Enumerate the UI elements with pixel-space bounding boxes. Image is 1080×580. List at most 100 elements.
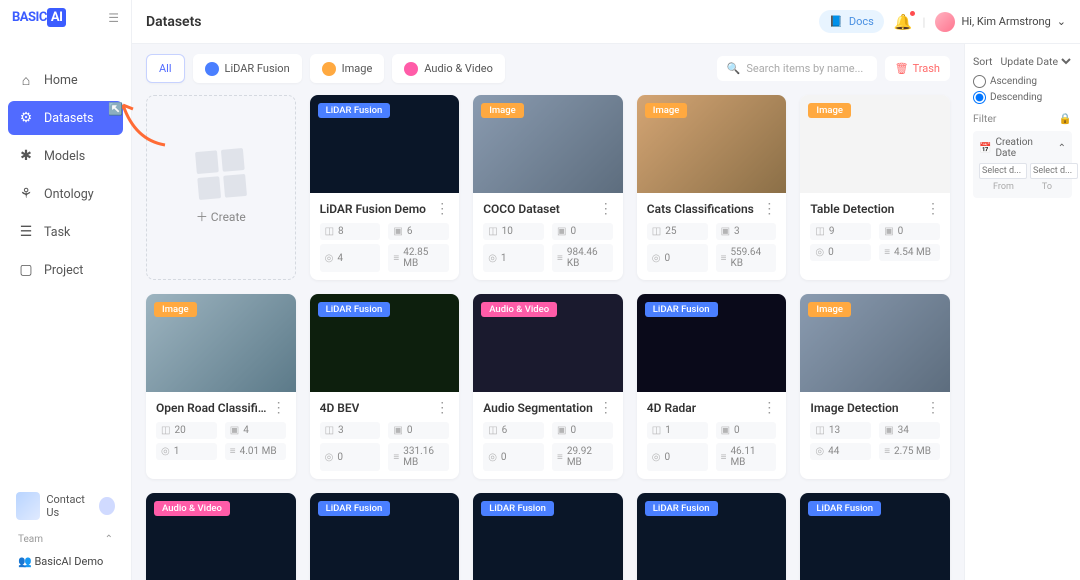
dataset-card[interactable]: Image COCO Dataset ⋮ ◫10 ▣0 ◎1 ≡984.46 K… (473, 95, 623, 280)
search-placeholder: Search items by name... (746, 62, 863, 75)
docs-button[interactable]: 📘 Docs (819, 10, 884, 33)
logo[interactable]: BASICAI ☰ (0, 0, 131, 35)
create-dataset-card[interactable]: ＋ Create (146, 95, 296, 280)
dataset-card[interactable]: LiDAR Fusion (310, 493, 460, 580)
filter-label: Filter (973, 112, 996, 125)
user-menu[interactable]: Hi, Kim Armstrong ⌄ (935, 12, 1066, 32)
sidebar-item-home[interactable]: ⌂Home (8, 63, 123, 97)
card-thumbnail: Image (473, 95, 623, 193)
card-thumbnail: LiDAR Fusion (637, 294, 787, 392)
card-thumbnail: LiDAR Fusion (310, 294, 460, 392)
topbar: Datasets 📘 Docs 🔔 | Hi, Kim Armstrong ⌄ (132, 0, 1080, 44)
dataset-card[interactable]: LiDAR Fusion 4D Radar ⋮ ◫1 ▣0 ◎0 ≡46.11 … (637, 294, 787, 479)
stat-folders: ◫3 (320, 422, 381, 439)
stat-size: ≡29.92 MB (552, 443, 613, 471)
card-thumbnail: Image (146, 294, 296, 392)
dataset-card[interactable]: Audio & Video (146, 493, 296, 580)
contact-label: Contact Us (46, 493, 93, 519)
stat-size: ≡42.85 MB (388, 244, 449, 272)
notifications-icon[interactable]: 🔔 (894, 13, 913, 31)
dataset-card[interactable]: LiDAR Fusion 4D BEV ⋮ ◫3 ▣0 ◎0 ≡331.16 M… (310, 294, 460, 479)
card-menu-icon[interactable]: ⋮ (435, 400, 449, 416)
card-menu-icon[interactable]: ⋮ (926, 201, 940, 217)
dataset-card[interactable]: Image Table Detection ⋮ ◫9 ▣0 ◎0 ≡4.54 M… (800, 95, 950, 280)
team-selector[interactable]: 👥 BasicAI Demo (8, 551, 123, 572)
stat-files: ▣0 (879, 223, 940, 240)
chevron-down-icon: ⌄ (1057, 15, 1066, 28)
dataset-card[interactable]: LiDAR Fusion (473, 493, 623, 580)
stat-annotations: ◎0 (647, 244, 708, 272)
type-badge: LiDAR Fusion (645, 302, 718, 317)
date-from-input[interactable] (979, 163, 1027, 179)
collapse-icon[interactable]: ☰ (108, 11, 119, 25)
stat-files: ▣0 (388, 422, 449, 439)
chat-icon (99, 497, 115, 515)
stat-size: ≡46.11 MB (716, 443, 777, 471)
dataset-card[interactable]: Image Image Detection ⋮ ◫13 ▣34 ◎44 ≡2.7… (800, 294, 950, 479)
sort-select[interactable]: Update Date (996, 54, 1074, 69)
chip-color-icon (322, 62, 336, 76)
stat-annotations: ◎44 (810, 443, 871, 460)
sort-descending[interactable]: Descending (973, 91, 1072, 104)
filter-creation-date[interactable]: 📅 Creation Date ⌃ FromTo (973, 131, 1072, 198)
stat-files: ▣0 (716, 422, 777, 439)
card-title: Open Road Classifica... (156, 401, 272, 415)
card-menu-icon[interactable]: ⋮ (762, 201, 776, 217)
filter-chip-image[interactable]: Image (310, 54, 385, 83)
card-menu-icon[interactable]: ⋮ (599, 201, 613, 217)
clip-icon: ☰ (18, 224, 34, 240)
stat-size: ≡984.46 KB (552, 244, 613, 272)
stat-annotations: ◎1 (483, 244, 544, 272)
sidebar: BASICAI ☰ ⌂Home ⚙Datasets ✱Models ⚘Ontology… (0, 0, 132, 580)
filter-chip-lidar-fusion[interactable]: LiDAR Fusion (193, 54, 302, 83)
card-menu-icon[interactable]: ⋮ (599, 400, 613, 416)
card-menu-icon[interactable]: ⋮ (926, 400, 940, 416)
filter-chip-all[interactable]: All (146, 54, 185, 83)
search-input[interactable]: 🔍 Search items by name... (717, 56, 877, 81)
dataset-card[interactable]: Image Cats Classifications ⋮ ◫25 ▣3 ◎0 ≡… (637, 95, 787, 280)
filter-panel: Sort Update Date Ascending Descending Fi… (964, 44, 1080, 580)
trash-button[interactable]: 🗑 Trash (885, 56, 950, 81)
sidebar-item-label: Project (44, 263, 83, 278)
dataset-card[interactable]: LiDAR Fusion LiDAR Fusion Demo ⋮ ◫8 ▣6 ◎… (310, 95, 460, 280)
type-badge: Image (481, 103, 524, 118)
card-title: Cats Classifications (647, 202, 754, 216)
sidebar-item-label: Models (44, 149, 85, 164)
card-menu-icon[interactable]: ⋮ (435, 201, 449, 217)
dataset-card[interactable]: LiDAR Fusion (800, 493, 950, 580)
contact-us[interactable]: Contact Us (8, 484, 123, 528)
stat-folders: ◫20 (156, 422, 217, 439)
dataset-card[interactable]: LiDAR Fusion (637, 493, 787, 580)
dataset-card[interactable]: Image Open Road Classifica... ⋮ ◫20 ▣4 ◎… (146, 294, 296, 479)
type-badge: LiDAR Fusion (318, 103, 391, 118)
stat-files: ▣34 (879, 422, 940, 439)
lock-icon[interactable]: 🔒 (1059, 112, 1072, 125)
stat-annotations: ◎0 (483, 443, 544, 471)
stat-size: ≡559.64 KB (716, 244, 777, 272)
sort-ascending[interactable]: Ascending (973, 75, 1072, 88)
card-thumbnail: Image (800, 294, 950, 392)
card-menu-icon[interactable]: ⋮ (272, 400, 286, 416)
stat-files: ▣3 (716, 223, 777, 240)
stat-folders: ◫6 (483, 422, 544, 439)
dataset-card[interactable]: Audio & Video Audio Segmentation ⋮ ◫6 ▣0… (473, 294, 623, 479)
filter-chip-audio-video[interactable]: Audio & Video (392, 54, 505, 83)
card-thumbnail: LiDAR Fusion (637, 493, 787, 580)
chip-color-icon (205, 62, 219, 76)
date-to-input[interactable] (1030, 163, 1078, 179)
card-thumbnail: LiDAR Fusion (310, 493, 460, 580)
sidebar-item-project[interactable]: ▢Project (8, 253, 123, 287)
stat-annotations: ◎0 (320, 443, 381, 471)
sidebar-item-datasets[interactable]: ⚙Datasets (8, 101, 123, 135)
sidebar-item-models[interactable]: ✱Models (8, 139, 123, 173)
card-menu-icon[interactable]: ⋮ (762, 400, 776, 416)
card-title: 4D BEV (320, 401, 360, 415)
card-title: Audio Segmentation (483, 401, 593, 415)
avatar (935, 12, 955, 32)
sidebar-item-label: Ontology (44, 187, 94, 202)
stat-size: ≡331.16 MB (388, 443, 449, 471)
type-badge: LiDAR Fusion (645, 501, 718, 516)
stat-size: ≡4.01 MB (225, 443, 286, 460)
sidebar-item-ontology[interactable]: ⚘Ontology (8, 177, 123, 211)
sidebar-item-task[interactable]: ☰Task (8, 215, 123, 249)
